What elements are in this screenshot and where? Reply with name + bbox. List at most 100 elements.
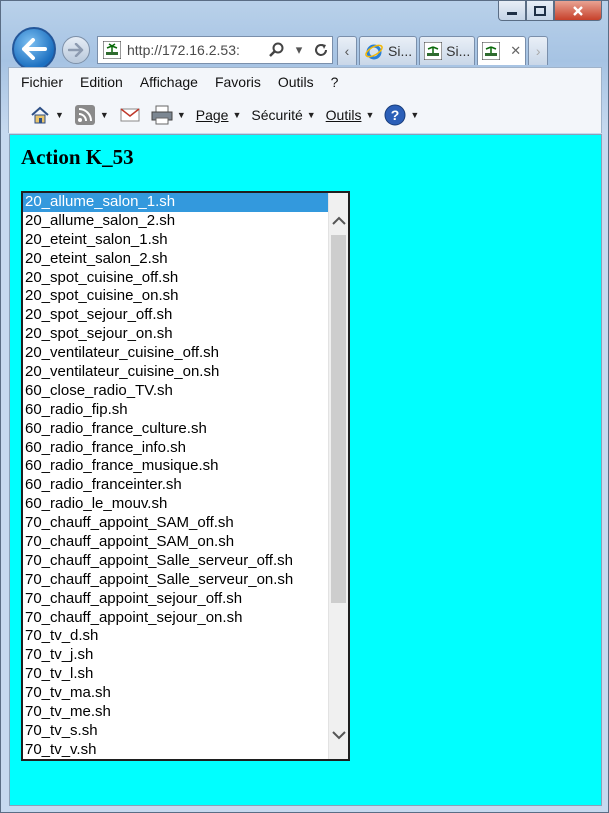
dropdown-caret-icon[interactable]: ▾ xyxy=(288,42,310,58)
chevron-down-icon xyxy=(331,731,346,740)
feeds-button[interactable]: ▼ xyxy=(74,104,109,126)
list-item[interactable]: 20_spot_sejour_on.sh xyxy=(23,325,328,344)
tab-2[interactable]: Si... xyxy=(419,36,476,65)
chevron-down-icon[interactable]: ▼ xyxy=(177,110,186,120)
list-item[interactable]: 60_radio_france_musique.sh xyxy=(23,457,328,476)
chevron-down-icon[interactable]: ▼ xyxy=(100,110,109,120)
forward-button[interactable] xyxy=(62,36,90,64)
list-item[interactable]: 20_allume_salon_2.sh xyxy=(23,212,328,231)
home-button[interactable]: ▼ xyxy=(29,104,64,126)
scroll-down-button[interactable] xyxy=(329,725,348,745)
menu-bar: Fichier Edition Affichage Favoris Outils… xyxy=(21,74,355,90)
command-bar: ▼ ▼ ▼ Page ▼ Sécurité ▼ Outils ▼ ? ▼ xyxy=(29,102,429,128)
minimize-button[interactable] xyxy=(498,1,526,21)
menu-help[interactable]: ? xyxy=(331,74,339,90)
svg-text:?: ? xyxy=(391,107,400,123)
scroll-up-button[interactable] xyxy=(329,211,348,231)
list-item[interactable]: 60_radio_france_info.sh xyxy=(23,439,328,458)
page-menu-button[interactable]: Page ▼ xyxy=(196,107,242,123)
tab-scroll-right-button[interactable]: › xyxy=(528,36,549,65)
list-item[interactable]: 20_eteint_salon_1.sh xyxy=(23,231,328,250)
home-icon xyxy=(29,104,51,126)
window-caption-buttons xyxy=(498,1,602,23)
list-item[interactable]: 70_tv_l.sh xyxy=(23,665,328,684)
printer-icon xyxy=(151,104,173,126)
script-list: 20_allume_salon_1.sh 20_allume_salon_2.sh… xyxy=(23,193,328,759)
list-item[interactable]: 60_radio_franceinter.sh xyxy=(23,476,328,495)
page-title: Action K_53 xyxy=(21,145,134,169)
list-item[interactable]: 70_chauff_appoint_sejour_on.sh xyxy=(23,609,328,628)
list-item[interactable]: 20_eteint_salon_2.sh xyxy=(23,250,328,269)
tab-scroll-left-button[interactable]: ‹ xyxy=(337,36,357,65)
close-window-button[interactable] xyxy=(554,1,602,21)
tab-strip: ‹ Si... Si... ✕ › xyxy=(337,36,550,66)
ie-icon xyxy=(365,44,383,60)
menu-edition[interactable]: Edition xyxy=(80,74,123,90)
site-favicon-icon xyxy=(424,42,443,60)
rss-icon xyxy=(74,104,96,126)
list-item[interactable]: 70_tv_s.sh xyxy=(23,722,328,741)
list-item[interactable]: 20_spot_cuisine_off.sh xyxy=(23,269,328,288)
refresh-icon[interactable] xyxy=(310,42,332,58)
list-item[interactable]: 60_radio_france_culture.sh xyxy=(23,420,328,439)
back-arrow-icon xyxy=(22,38,47,60)
tab-3-active[interactable]: ✕ xyxy=(477,36,527,65)
tab-2-label: Si... xyxy=(446,43,471,59)
list-item[interactable]: 70_tv_v.sh xyxy=(23,741,328,759)
chevron-down-icon: ▼ xyxy=(365,110,375,120)
search-icon[interactable] xyxy=(266,42,288,58)
site-favicon-icon xyxy=(482,42,501,60)
list-item[interactable]: 20_ventilateur_cuisine_on.sh xyxy=(23,363,328,382)
tab-1-label: Si... xyxy=(388,43,413,59)
menu-favoris[interactable]: Favoris xyxy=(215,74,261,90)
close-icon xyxy=(573,5,583,16)
tools-menu-label: Outils xyxy=(325,107,362,123)
minimize-icon xyxy=(507,11,517,15)
list-item[interactable]: 60_close_radio_TV.sh xyxy=(23,382,328,401)
list-item[interactable]: 70_tv_ma.sh xyxy=(23,684,328,703)
chevron-down-icon[interactable]: ▼ xyxy=(55,110,64,120)
list-item[interactable]: 70_chauff_appoint_sejour_off.sh xyxy=(23,590,328,609)
list-item[interactable]: 60_radio_le_mouv.sh xyxy=(23,495,328,514)
maximize-icon xyxy=(534,5,546,16)
list-item[interactable]: 70_tv_j.sh xyxy=(23,646,328,665)
list-item[interactable]: 70_chauff_appoint_Salle_serveur_off.sh xyxy=(23,552,328,571)
list-item[interactable]: 20_allume_salon_1.sh xyxy=(23,193,328,212)
list-item[interactable]: 70_chauff_appoint_SAM_off.sh xyxy=(23,514,328,533)
address-url: http://172.16.2.53: xyxy=(127,42,240,58)
scrollbar-thumb[interactable] xyxy=(331,235,346,603)
list-item[interactable]: 70_tv_d.sh xyxy=(23,627,328,646)
list-item[interactable]: 60_radio_fip.sh xyxy=(23,401,328,420)
script-listbox[interactable]: 20_allume_salon_1.sh 20_allume_salon_2.sh… xyxy=(21,191,350,761)
page-menu-label: Page xyxy=(195,107,229,123)
mail-button[interactable] xyxy=(119,104,141,126)
chevron-down-icon: ▼ xyxy=(232,110,242,120)
list-item[interactable]: 20_spot_cuisine_on.sh xyxy=(23,287,328,306)
address-bar[interactable]: http://172.16.2.53: ▾ xyxy=(97,36,333,64)
security-menu-button[interactable]: Sécurité ▼ xyxy=(251,107,315,123)
list-item[interactable]: 20_spot_sejour_off.sh xyxy=(23,306,328,325)
tools-menu-button[interactable]: Outils ▼ xyxy=(326,107,375,123)
maximize-button[interactable] xyxy=(526,1,554,21)
print-button[interactable]: ▼ xyxy=(151,104,186,126)
list-item[interactable]: 70_chauff_appoint_Salle_serveur_on.sh xyxy=(23,571,328,590)
list-item[interactable]: 20_ventilateur_cuisine_off.sh xyxy=(23,344,328,363)
list-item[interactable]: 70_chauff_appoint_SAM_on.sh xyxy=(23,533,328,552)
tab-close-icon[interactable]: ✕ xyxy=(510,43,521,59)
help-icon: ? xyxy=(384,104,406,126)
back-button[interactable] xyxy=(12,27,56,71)
help-button[interactable]: ? ▼ xyxy=(384,104,419,126)
menu-affichage[interactable]: Affichage xyxy=(140,74,198,90)
chevron-down-icon: ▼ xyxy=(306,110,316,120)
menu-outils[interactable]: Outils xyxy=(278,74,314,90)
list-item[interactable]: 70_tv_me.sh xyxy=(23,703,328,722)
browser-window: http://172.16.2.53: ▾ ‹ Si... Si... ✕ › … xyxy=(0,0,609,813)
chevron-up-icon xyxy=(331,216,346,225)
tab-1[interactable]: Si... xyxy=(359,36,418,65)
listbox-scrollbar[interactable] xyxy=(328,193,348,759)
menu-fichier[interactable]: Fichier xyxy=(21,74,63,90)
site-favicon-icon xyxy=(103,41,121,59)
page-content: Action K_53 20_allume_salon_1.sh 20_allum… xyxy=(9,134,602,806)
security-menu-label: Sécurité xyxy=(251,107,303,123)
chevron-down-icon: ▼ xyxy=(410,110,420,120)
